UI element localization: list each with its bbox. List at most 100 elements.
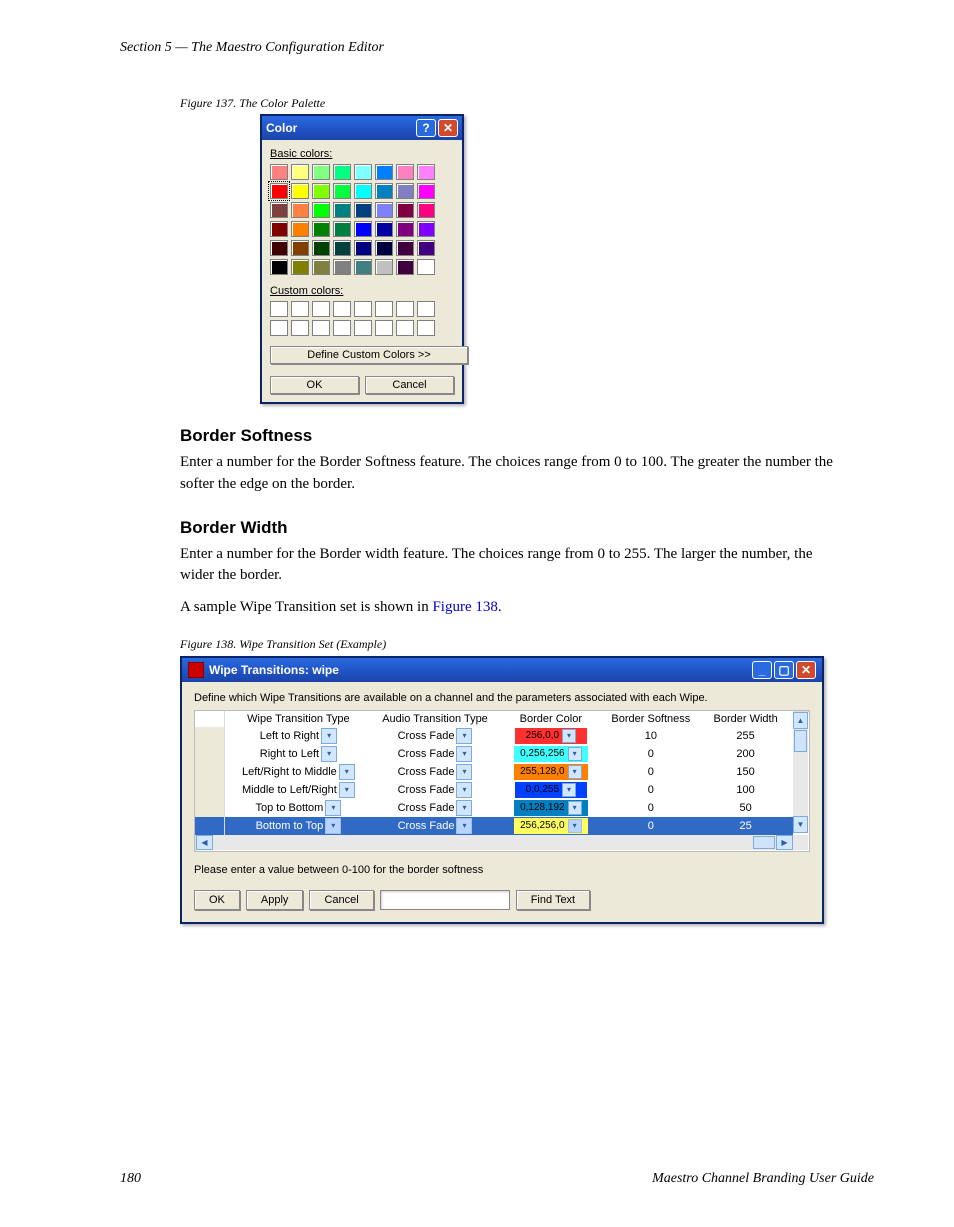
find-text-button[interactable]: Find Text — [516, 890, 590, 910]
maximize-button[interactable]: ▢ — [774, 661, 794, 679]
color-swatch[interactable] — [417, 202, 435, 218]
color-swatch[interactable] — [354, 202, 372, 218]
col-audio-type[interactable]: Audio Transition Type — [372, 711, 498, 727]
border-width-value[interactable]: 200 — [698, 745, 793, 763]
color-swatch[interactable] — [333, 183, 351, 199]
col-border-width[interactable]: Border Width — [698, 711, 793, 727]
color-swatch[interactable] — [270, 259, 288, 275]
color-swatch[interactable] — [396, 164, 414, 180]
color-swatch[interactable] — [270, 164, 288, 180]
dropdown-icon[interactable]: ▾ — [562, 729, 576, 743]
border-softness-value[interactable]: 10 — [603, 727, 698, 745]
color-dialog-titlebar[interactable]: Color ? ✕ — [262, 116, 462, 140]
color-swatch[interactable] — [333, 164, 351, 180]
color-swatch[interactable] — [312, 221, 330, 237]
custom-swatch[interactable] — [333, 301, 351, 317]
color-swatch[interactable] — [396, 221, 414, 237]
color-swatch[interactable] — [291, 221, 309, 237]
dropdown-icon[interactable]: ▾ — [568, 765, 582, 779]
dropdown-icon[interactable]: ▾ — [456, 746, 472, 762]
custom-swatch[interactable] — [291, 301, 309, 317]
table-row[interactable]: Left to Right▾Cross Fade▾256,0,0▾10255 — [195, 727, 793, 745]
dropdown-icon[interactable]: ▾ — [568, 801, 582, 815]
color-swatch[interactable] — [417, 240, 435, 256]
color-swatch[interactable] — [291, 164, 309, 180]
custom-swatch[interactable] — [333, 320, 351, 336]
dropdown-icon[interactable]: ▾ — [321, 728, 337, 744]
color-swatch[interactable] — [291, 259, 309, 275]
close-button[interactable]: ✕ — [438, 119, 458, 137]
custom-swatch[interactable] — [354, 320, 372, 336]
border-color-value[interactable]: 256,0,0▾ — [515, 728, 587, 744]
color-swatch[interactable] — [375, 221, 393, 237]
color-swatch[interactable] — [375, 240, 393, 256]
color-swatch[interactable] — [396, 183, 414, 199]
custom-swatch[interactable] — [417, 301, 435, 317]
color-swatch[interactable] — [375, 183, 393, 199]
color-swatch[interactable] — [333, 259, 351, 275]
help-button[interactable]: ? — [416, 119, 436, 137]
color-swatch[interactable] — [375, 202, 393, 218]
color-swatch[interactable] — [396, 240, 414, 256]
color-swatch[interactable] — [270, 202, 288, 218]
color-swatch[interactable] — [312, 202, 330, 218]
border-width-value[interactable]: 50 — [698, 799, 793, 817]
close-button[interactable]: ✕ — [796, 661, 816, 679]
border-color-value[interactable]: 256,256,0▾ — [514, 818, 588, 834]
custom-swatch[interactable] — [375, 320, 393, 336]
color-swatch[interactable] — [354, 240, 372, 256]
color-swatch[interactable] — [396, 259, 414, 275]
border-width-value[interactable]: 150 — [698, 763, 793, 781]
dropdown-icon[interactable]: ▾ — [339, 782, 355, 798]
border-color-value[interactable]: 0,0,255▾ — [515, 782, 587, 798]
ok-button[interactable]: OK — [194, 890, 240, 910]
color-swatch[interactable] — [270, 183, 288, 199]
dropdown-icon[interactable]: ▾ — [568, 747, 582, 761]
col-border-softness[interactable]: Border Softness — [603, 711, 698, 727]
border-softness-value[interactable]: 0 — [603, 781, 698, 799]
color-swatch[interactable] — [291, 240, 309, 256]
vertical-scrollbar[interactable]: ▲ ▼ — [793, 712, 808, 833]
custom-swatch[interactable] — [270, 301, 288, 317]
wipe-window-titlebar[interactable]: Wipe Transitions: wipe _ ▢ ✕ — [182, 658, 822, 682]
color-swatch[interactable] — [354, 164, 372, 180]
border-color-value[interactable]: 0,256,256▾ — [514, 746, 588, 762]
custom-swatch[interactable] — [291, 320, 309, 336]
color-swatch[interactable] — [417, 259, 435, 275]
color-swatch[interactable] — [396, 202, 414, 218]
minimize-button[interactable]: _ — [752, 661, 772, 679]
table-row[interactable]: Top to Bottom▾Cross Fade▾0,128,192▾050 — [195, 799, 793, 817]
dropdown-icon[interactable]: ▾ — [456, 800, 472, 816]
color-swatch[interactable] — [417, 164, 435, 180]
border-softness-value[interactable]: 0 — [603, 817, 698, 835]
figure-138-link[interactable]: Figure 138 — [432, 599, 497, 615]
color-swatch[interactable] — [312, 240, 330, 256]
dropdown-icon[interactable]: ▾ — [456, 764, 472, 780]
col-border-color[interactable]: Border Color — [498, 711, 603, 727]
border-width-value[interactable]: 255 — [698, 727, 793, 745]
cancel-button[interactable]: Cancel — [365, 376, 454, 394]
custom-swatch[interactable] — [396, 301, 414, 317]
border-softness-value[interactable]: 0 — [603, 799, 698, 817]
dropdown-icon[interactable]: ▾ — [562, 783, 576, 797]
scroll-left-icon[interactable]: ◀ — [196, 835, 213, 850]
dropdown-icon[interactable]: ▾ — [568, 819, 582, 833]
color-swatch[interactable] — [375, 164, 393, 180]
cancel-button[interactable]: Cancel — [309, 890, 373, 910]
custom-swatch[interactable] — [312, 320, 330, 336]
custom-swatch[interactable] — [354, 301, 372, 317]
custom-swatch[interactable] — [375, 301, 393, 317]
table-row[interactable]: Bottom to Top▾Cross Fade▾256,256,0▾025 — [195, 817, 793, 835]
dropdown-icon[interactable]: ▾ — [456, 818, 472, 834]
border-width-value[interactable]: 25 — [698, 817, 793, 835]
custom-swatch[interactable] — [417, 320, 435, 336]
color-swatch[interactable] — [312, 164, 330, 180]
apply-button[interactable]: Apply — [246, 890, 304, 910]
col-wipe-type[interactable]: Wipe Transition Type — [224, 711, 371, 727]
color-swatch[interactable] — [333, 202, 351, 218]
scroll-right-icon[interactable]: ▶ — [776, 835, 793, 850]
custom-swatch[interactable] — [396, 320, 414, 336]
color-swatch[interactable] — [354, 221, 372, 237]
dropdown-icon[interactable]: ▾ — [456, 782, 472, 798]
scroll-down-icon[interactable]: ▼ — [793, 816, 808, 833]
